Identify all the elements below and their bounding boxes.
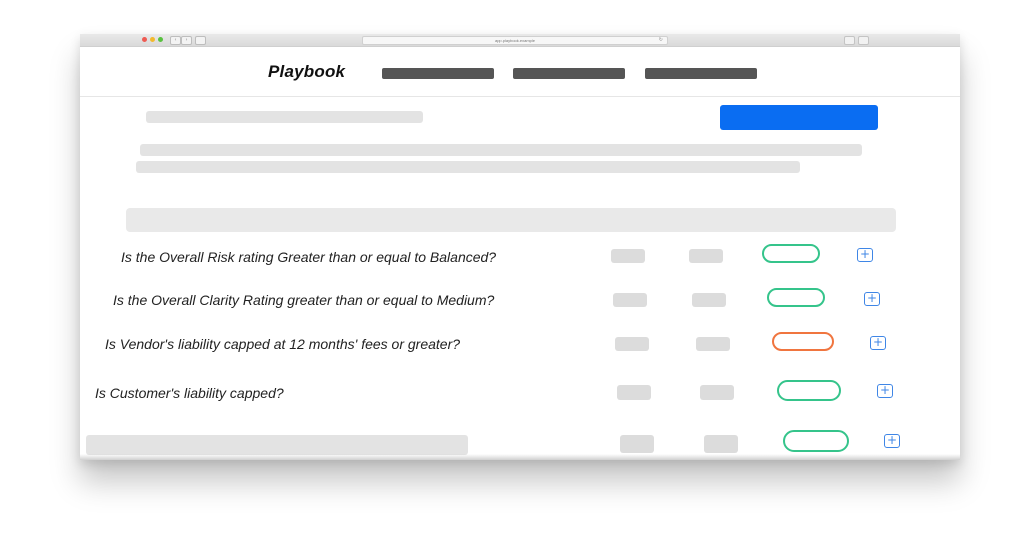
minimize-window-button[interactable] bbox=[150, 37, 155, 42]
nav-item-2[interactable] bbox=[513, 68, 625, 79]
status-pill[interactable] bbox=[762, 244, 820, 263]
plus-icon[interactable]: + bbox=[864, 292, 880, 306]
page-title-placeholder bbox=[146, 111, 423, 123]
plus-icon[interactable]: + bbox=[870, 336, 886, 350]
status-pill[interactable] bbox=[767, 288, 825, 307]
description-line-2 bbox=[136, 161, 800, 173]
status-pill[interactable] bbox=[777, 380, 841, 401]
row-value-1 bbox=[617, 385, 651, 400]
address-bar-url: app.playbook.example bbox=[494, 38, 536, 43]
row-question: Is the Overall Clarity Rating greater th… bbox=[113, 292, 495, 308]
row-value-2 bbox=[696, 337, 730, 351]
row-question: Is the Overall Risk rating Greater than … bbox=[121, 249, 497, 265]
row-value-1 bbox=[611, 249, 645, 263]
plus-icon[interactable]: + bbox=[884, 434, 900, 448]
nav-item-1[interactable] bbox=[382, 68, 494, 79]
row-question-placeholder bbox=[86, 435, 468, 455]
share-icon[interactable] bbox=[844, 36, 855, 45]
table-header bbox=[126, 208, 896, 232]
maximize-window-button[interactable] bbox=[158, 37, 163, 42]
row-value-1 bbox=[620, 435, 654, 453]
brand-logo[interactable]: Playbook bbox=[268, 62, 345, 82]
browser-window: ‹ › app.playbook.example ↻ Playbook Is t… bbox=[80, 34, 960, 460]
row-question: Is Customer's liability capped? bbox=[95, 385, 284, 401]
tabs-icon[interactable] bbox=[858, 36, 869, 45]
chevron-left-icon[interactable]: ‹ bbox=[170, 36, 181, 45]
row-value-2 bbox=[692, 293, 726, 307]
status-pill[interactable] bbox=[772, 332, 834, 351]
primary-action-button[interactable] bbox=[720, 105, 878, 130]
row-value-1 bbox=[613, 293, 647, 307]
window-bottom-edge bbox=[80, 454, 960, 460]
sidebar-icon[interactable] bbox=[195, 36, 206, 45]
chevron-right-icon[interactable]: › bbox=[181, 36, 192, 45]
plus-icon[interactable]: + bbox=[857, 248, 873, 262]
close-window-button[interactable] bbox=[142, 37, 147, 42]
row-value-2 bbox=[700, 385, 734, 400]
row-value-2 bbox=[689, 249, 723, 263]
address-bar[interactable]: app.playbook.example ↻ bbox=[362, 36, 668, 45]
nav-item-3[interactable] bbox=[645, 68, 757, 79]
description-line-1 bbox=[140, 144, 862, 156]
row-question: Is Vendor's liability capped at 12 month… bbox=[105, 336, 461, 352]
row-value-1 bbox=[615, 337, 649, 351]
status-pill[interactable] bbox=[783, 430, 849, 452]
reload-icon[interactable]: ↻ bbox=[659, 37, 663, 44]
app-header: Playbook bbox=[80, 46, 960, 97]
plus-icon[interactable]: + bbox=[877, 384, 893, 398]
row-value-2 bbox=[704, 435, 738, 453]
